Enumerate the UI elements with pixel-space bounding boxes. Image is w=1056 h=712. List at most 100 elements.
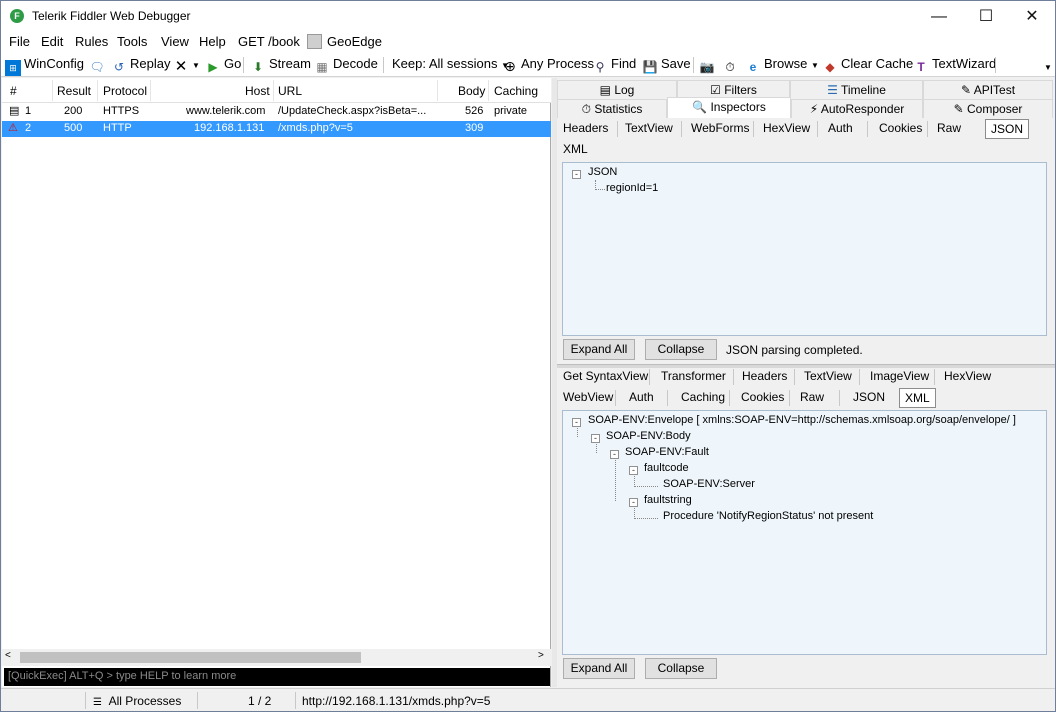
tab-statistics-label: Statistics bbox=[594, 102, 643, 116]
replay-button[interactable]: ↺ Replay bbox=[111, 56, 171, 75]
resp-expand-all-button[interactable]: Expand All bbox=[563, 658, 635, 679]
scroll-left-icon[interactable]: < bbox=[5, 650, 11, 661]
quickexec-input[interactable]: [QuickExec] ALT+Q > type HELP to learn m… bbox=[4, 668, 550, 686]
find-button[interactable]: ⚲ Find bbox=[592, 56, 637, 75]
resp-tab-textview[interactable]: TextView bbox=[804, 367, 852, 387]
xml-fault-node[interactable]: SOAP-ENV:Fault bbox=[625, 446, 709, 458]
horizontal-scrollbar[interactable]: < > bbox=[2, 649, 551, 666]
tab-autoresponder[interactable]: ⚡ AutoResponder bbox=[791, 99, 923, 118]
resp-tab-json[interactable]: JSON bbox=[853, 388, 885, 408]
tab-divider bbox=[859, 369, 860, 385]
sessions-header: # Result Protocol Host URL Body Caching bbox=[2, 78, 551, 103]
tab-inspectors[interactable]: 🔍 Inspectors bbox=[667, 97, 791, 118]
resp-tab-cookies[interactable]: Cookies bbox=[741, 388, 784, 408]
json-child-node[interactable]: regionId=1 bbox=[606, 182, 658, 194]
tab-apitest[interactable]: ✎ APITest bbox=[923, 80, 1053, 99]
tab-statistics[interactable]: ⏱ Statistics bbox=[557, 99, 667, 118]
go-button[interactable]: ▶ Go bbox=[205, 56, 241, 75]
menu-tools[interactable]: Tools bbox=[117, 34, 147, 49]
collapse-node-icon[interactable]: - bbox=[629, 498, 638, 507]
req-tab-hexview[interactable]: HexView bbox=[763, 119, 810, 139]
xml-tree-view[interactable]: - SOAP-ENV:Envelope [ xmlns:SOAP-ENV=htt… bbox=[562, 410, 1047, 655]
resp-tab-headers[interactable]: Headers bbox=[742, 367, 787, 387]
json-root-node[interactable]: JSON bbox=[588, 166, 617, 178]
col-num[interactable]: # bbox=[10, 84, 17, 98]
resp-tab-caching[interactable]: Caching bbox=[681, 388, 725, 408]
save-button[interactable]: 💾 Save bbox=[642, 56, 691, 75]
scroll-right-icon[interactable]: > bbox=[538, 650, 544, 661]
req-tab-xml[interactable]: XML bbox=[563, 140, 588, 160]
winconfig-button[interactable]: ⊞ WinConfig bbox=[5, 56, 84, 76]
textwizard-button[interactable]: T TextWizard bbox=[913, 56, 996, 75]
resp-tab-xml[interactable]: XML bbox=[899, 388, 936, 408]
resp-tab-imageview[interactable]: ImageView bbox=[870, 367, 929, 387]
col-body[interactable]: Body bbox=[458, 84, 485, 98]
req-tab-webforms[interactable]: WebForms bbox=[691, 119, 749, 139]
xml-body-node[interactable]: SOAP-ENV:Body bbox=[606, 430, 691, 442]
process-filter[interactable]: ☰ All Processes bbox=[93, 694, 181, 708]
tab-composer[interactable]: ✎ Composer bbox=[923, 99, 1053, 118]
timer-button[interactable]: ⏱ bbox=[722, 56, 741, 75]
xml-envelope-node[interactable]: SOAP-ENV:Envelope [ xmlns:SOAP-ENV=http:… bbox=[588, 414, 1016, 426]
req-tab-json[interactable]: JSON bbox=[985, 119, 1030, 139]
any-process-button[interactable]: ⊕ Any Process bbox=[502, 56, 594, 74]
scrollbar-thumb[interactable] bbox=[20, 652, 361, 663]
resp-tab-transformer[interactable]: Transformer bbox=[661, 367, 726, 387]
col-protocol[interactable]: Protocol bbox=[103, 84, 147, 98]
column-divider bbox=[150, 80, 151, 101]
menu-get-book[interactable]: GET /book bbox=[238, 34, 300, 49]
col-host[interactable]: Host bbox=[245, 84, 270, 98]
menu-file[interactable]: File bbox=[9, 34, 30, 49]
tab-timeline[interactable]: ☰ Timeline bbox=[790, 80, 923, 99]
xml-faultcode-value[interactable]: SOAP-ENV:Server bbox=[663, 478, 755, 490]
replay-label: Replay bbox=[130, 56, 171, 71]
maximize-button[interactable]: ☐ bbox=[963, 1, 1009, 32]
comment-button[interactable]: 🗨 bbox=[89, 56, 108, 75]
screenshot-button[interactable]: 📷 bbox=[699, 56, 718, 75]
req-tab-raw[interactable]: Raw bbox=[937, 119, 961, 139]
menu-rules[interactable]: Rules bbox=[75, 34, 108, 49]
req-tab-textview[interactable]: TextView bbox=[625, 119, 673, 139]
tab-log[interactable]: ▤ Log bbox=[557, 80, 677, 99]
menu-edit[interactable]: Edit bbox=[41, 34, 63, 49]
col-url[interactable]: URL bbox=[278, 84, 302, 98]
session-row[interactable]: ⚠ 2 500 HTTP 192.168.1.131 /xmds.php?v=5… bbox=[2, 121, 551, 137]
req-tab-cookies[interactable]: Cookies bbox=[879, 119, 922, 139]
collapse-node-icon[interactable]: - bbox=[572, 418, 581, 427]
menu-help[interactable]: Help bbox=[199, 34, 226, 49]
req-expand-all-button[interactable]: Expand All bbox=[563, 339, 635, 360]
clear-cache-button[interactable]: ◆ Clear Cache bbox=[822, 56, 913, 75]
json-tree-view[interactable]: - JSON regionId=1 bbox=[562, 162, 1047, 336]
minimize-button[interactable]: — bbox=[916, 1, 962, 32]
resp-tab-auth[interactable]: Auth bbox=[629, 388, 654, 408]
menu-geoedge[interactable]: GeoEdge bbox=[307, 34, 382, 49]
resp-tab-webview[interactable]: WebView bbox=[563, 388, 613, 408]
decode-button[interactable]: ▦ Decode bbox=[314, 56, 377, 75]
xml-faultcode-node[interactable]: faultcode bbox=[644, 462, 689, 474]
req-tab-headers[interactable]: Headers bbox=[563, 119, 608, 139]
xml-faultstring-value[interactable]: Procedure 'NotifyRegionStatus' not prese… bbox=[663, 510, 873, 522]
collapse-node-icon[interactable]: - bbox=[629, 466, 638, 475]
resp-collapse-button[interactable]: Collapse bbox=[645, 658, 717, 679]
browse-button[interactable]: e Browse ▼ bbox=[745, 56, 819, 75]
resp-tab-hexview[interactable]: HexView bbox=[944, 367, 991, 387]
keep-sessions-dropdown[interactable]: Keep: All sessions ▼ bbox=[392, 56, 509, 71]
resp-tab-raw[interactable]: Raw bbox=[800, 388, 824, 408]
xml-faultstring-node[interactable]: faultstring bbox=[644, 494, 692, 506]
toolbar-overflow-icon[interactable]: ▼ bbox=[1044, 63, 1052, 72]
stream-button[interactable]: ⬇ Stream bbox=[250, 56, 311, 75]
col-result[interactable]: Result bbox=[57, 84, 91, 98]
collapse-node-icon[interactable]: - bbox=[591, 434, 600, 443]
tree-line bbox=[634, 518, 658, 519]
session-row[interactable]: ▤ 1 200 HTTPS www.telerik.com /UpdateChe… bbox=[2, 104, 551, 120]
collapse-node-icon[interactable]: - bbox=[610, 450, 619, 459]
remove-dropdown-button[interactable]: ✕ ▼ bbox=[173, 56, 200, 75]
resp-tab-get-syntaxview[interactable]: Get SyntaxView bbox=[563, 367, 648, 387]
col-caching[interactable]: Caching bbox=[494, 84, 538, 98]
menu-view[interactable]: View bbox=[161, 34, 189, 49]
collapse-node-icon[interactable]: - bbox=[572, 170, 581, 179]
tab-divider bbox=[789, 390, 790, 406]
req-collapse-button[interactable]: Collapse bbox=[645, 339, 717, 360]
close-button[interactable]: ✕ bbox=[1009, 1, 1055, 32]
req-tab-auth[interactable]: Auth bbox=[828, 119, 853, 139]
